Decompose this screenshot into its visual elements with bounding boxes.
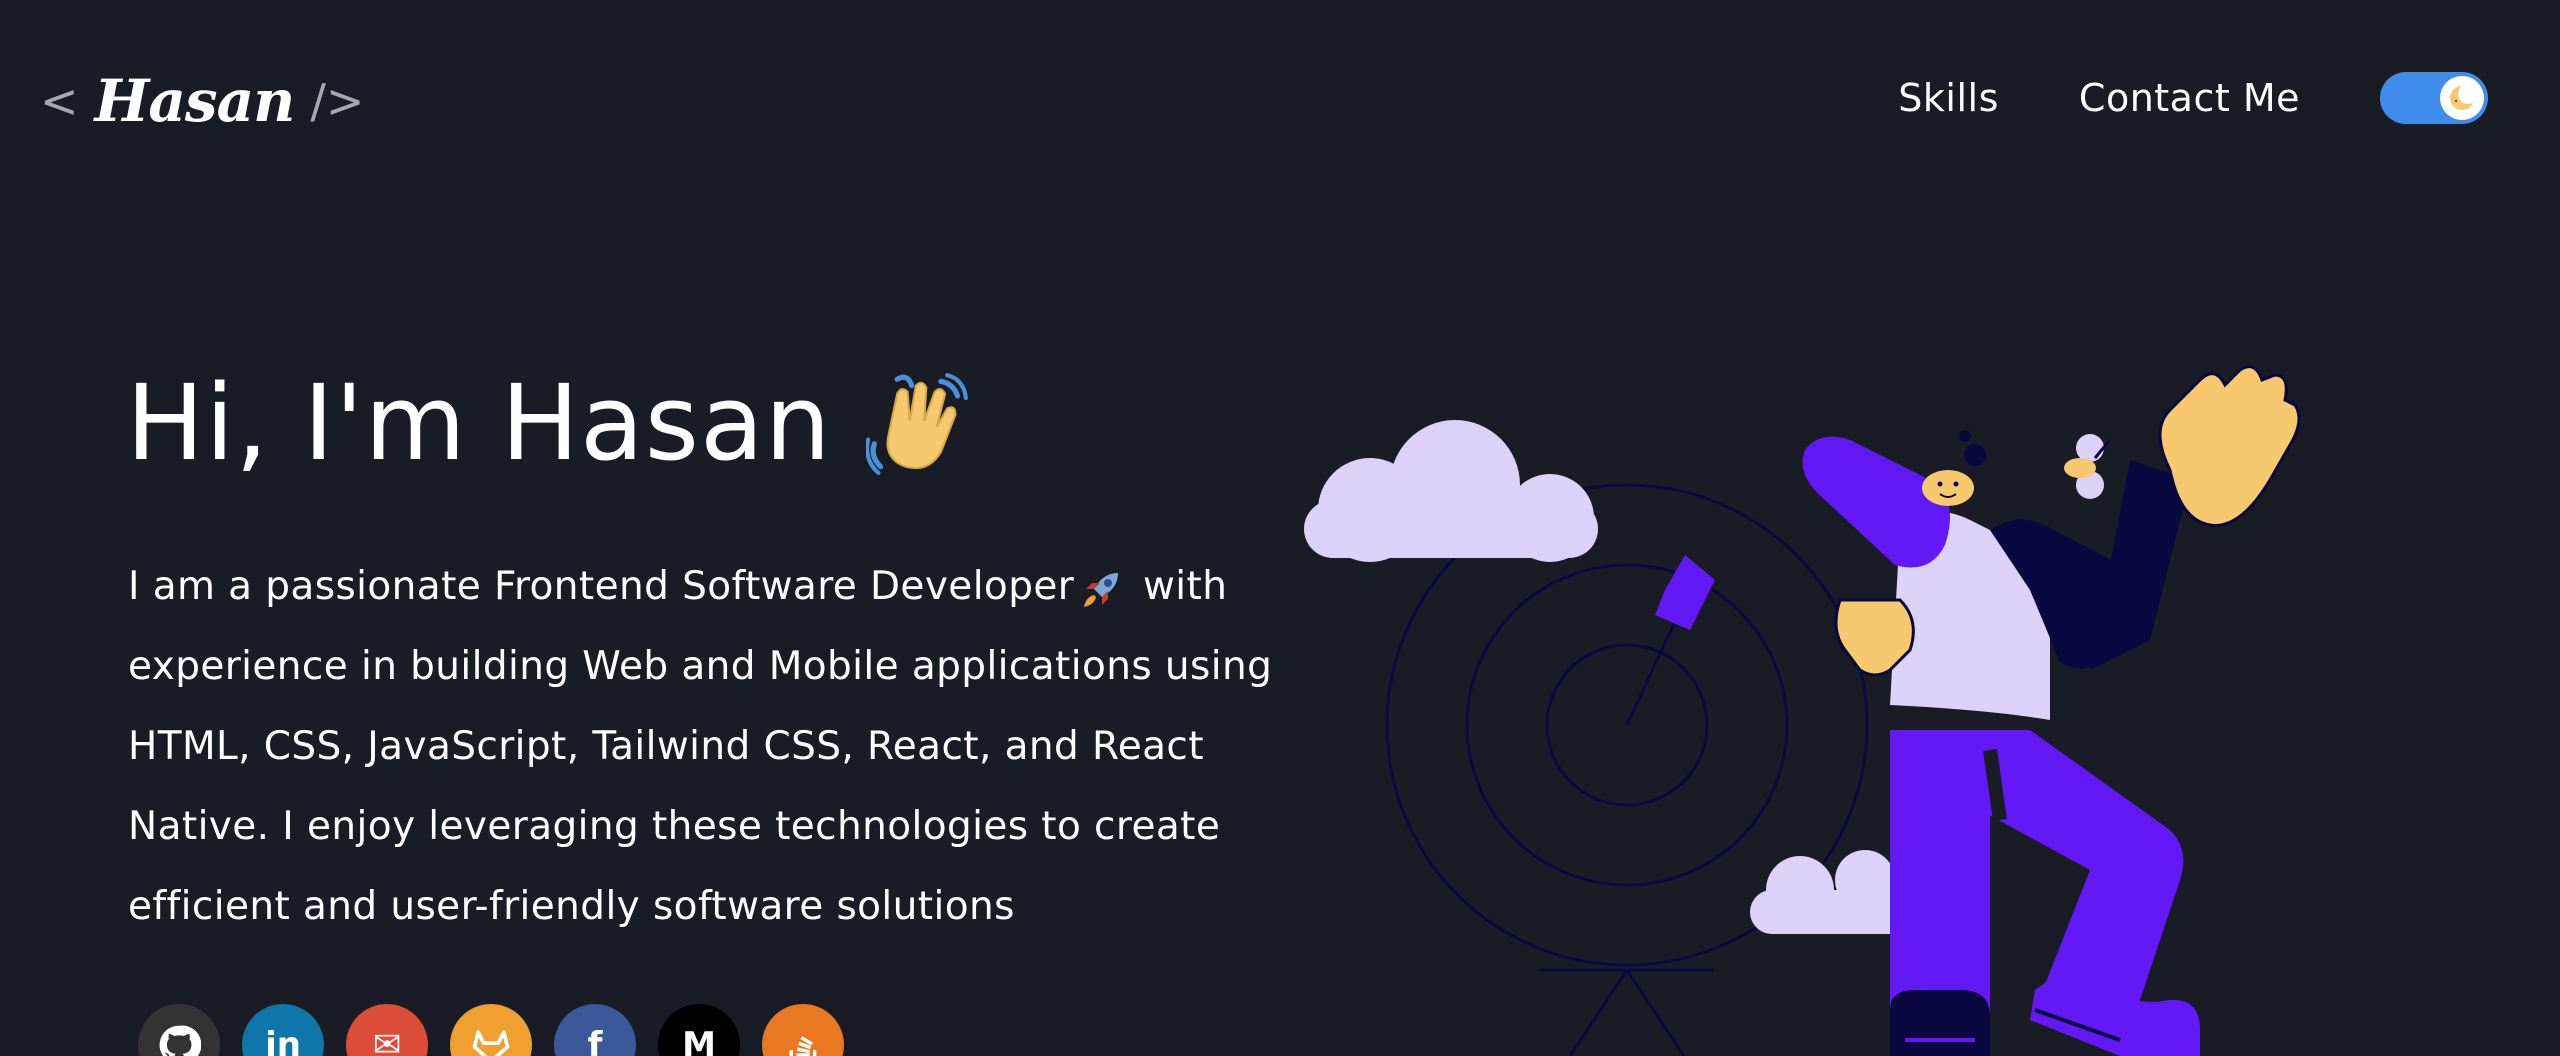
intro-text-part2: with experience in building Web and Mobi… [128, 564, 1273, 929]
github-icon[interactable] [138, 1004, 220, 1056]
portfolio-page: < Hasan /> Skills Contact Me Hi, I'm Has… [0, 0, 2560, 1056]
theme-toggle[interactable] [2380, 72, 2488, 124]
person-shoe-back [1890, 990, 1990, 1056]
linkedin-icon[interactable]: in [242, 1004, 324, 1056]
intro-text-part1: I am a passionate Frontend Software Deve… [128, 564, 1075, 609]
social-links: in ✉ f M [138, 1004, 844, 1056]
facebook-icon[interactable]: f [554, 1004, 636, 1056]
nav-contact-link[interactable]: Contact Me [2079, 76, 2300, 120]
site-logo[interactable]: < Hasan /> [40, 56, 364, 146]
medium-icon[interactable]: M [658, 1004, 740, 1056]
stackoverflow-icon[interactable] [762, 1004, 844, 1056]
main-nav: Skills Contact Me [1898, 58, 2560, 138]
toggle-knob [2440, 76, 2484, 120]
target-icon [1385, 483, 1869, 1056]
logo-signature: Hasan [94, 67, 296, 135]
waving-hand-icon [865, 373, 968, 475]
developer-illustration [1304, 365, 2301, 1056]
hero-intro: I am a passionate Frontend Software Deve… [128, 547, 1288, 947]
person-arm-left [1802, 436, 1950, 568]
gitlab-icon[interactable] [450, 1004, 532, 1056]
logo-open-bracket: < [40, 74, 79, 128]
cloud-large-icon [1304, 420, 1598, 562]
bee-icon [2064, 434, 2112, 499]
hero-heading: Hi, I'm Hasan [126, 362, 970, 484]
logo-close-bracket: /> [310, 74, 365, 128]
person-hand-raised [2158, 365, 2301, 527]
moon-icon [2450, 84, 2477, 110]
gmail-icon[interactable]: ✉ [346, 1004, 428, 1056]
rocket-icon [1084, 572, 1119, 607]
person-head [1922, 430, 1986, 506]
hero-greeting-text: Hi, I'm Hasan [126, 362, 832, 484]
nav-skills-link[interactable]: Skills [1898, 76, 1999, 120]
